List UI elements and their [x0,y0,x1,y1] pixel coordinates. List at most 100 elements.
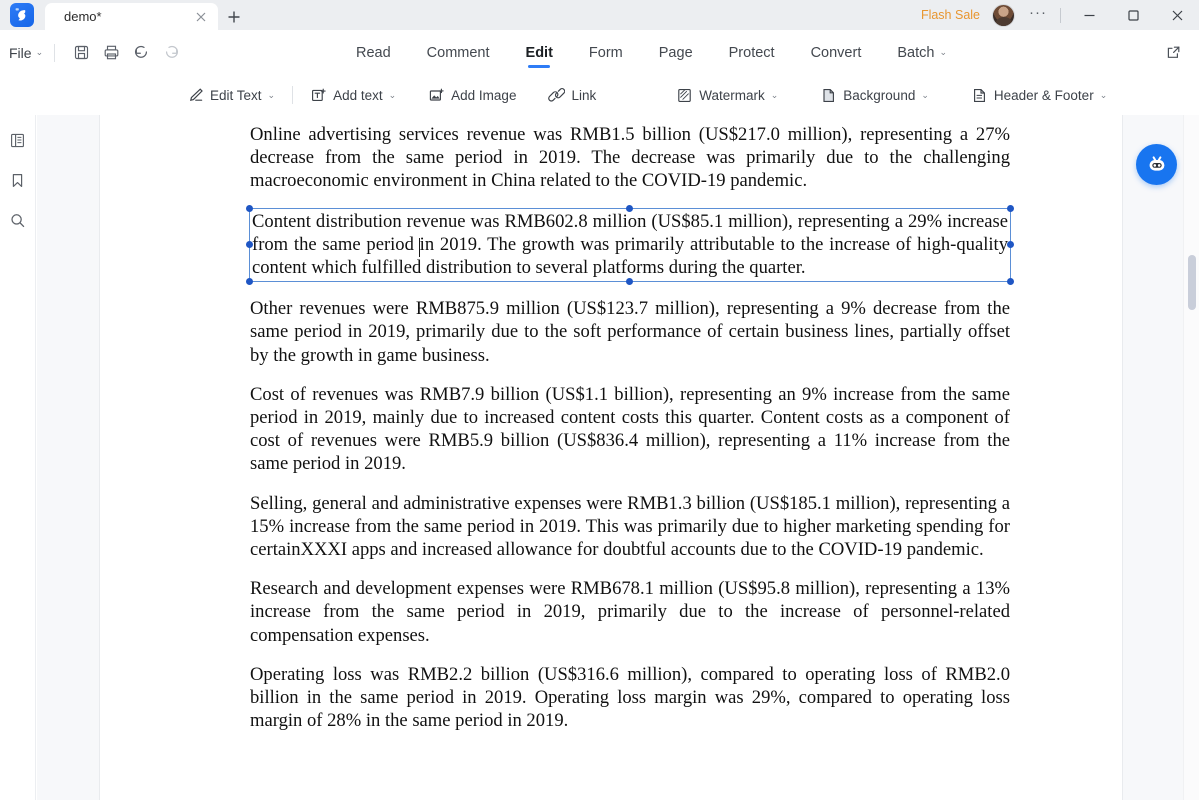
resize-handle-bottom-center[interactable] [626,278,633,286]
tab-label: Convert [810,44,862,61]
chevron-down-icon: ⌄ [939,47,947,57]
search-panel-icon[interactable] [5,207,31,233]
window-close-icon[interactable] [1155,0,1199,30]
chevron-down-icon: ⌄ [770,89,779,100]
chevron-down-icon: ⌄ [388,89,397,100]
app-logo-icon [10,3,34,27]
save-icon[interactable] [66,38,96,68]
flash-sale-link[interactable]: Flash Sale [921,8,980,22]
undo-icon[interactable] [126,38,156,68]
tab-convert[interactable]: Convert [793,30,880,75]
resize-handle-top-right[interactable] [1007,204,1014,212]
pdf-page-content: Online advertising services revenue was … [246,123,1014,748]
thumbnails-panel-icon[interactable] [5,127,31,153]
tab-protect[interactable]: Protect [711,30,793,75]
resize-handle-top-center[interactable] [626,204,633,212]
expand-external-icon[interactable] [1159,30,1187,75]
tab-label: Edit [525,44,553,61]
divider [54,43,56,62]
vertical-scrollbar[interactable] [1183,115,1199,800]
chevron-down-icon: ⌄ [1099,89,1108,100]
tab-edit[interactable]: Edit [508,30,571,75]
watermark-label: Watermark [699,87,765,103]
more-options-icon[interactable]: ··· [1029,0,1047,30]
scrollbar-thumb[interactable] [1188,255,1196,310]
divider [292,86,294,104]
chevron-down-icon: ⌄ [921,89,929,100]
document-tab-title: demo* [64,9,102,24]
tab-comment[interactable]: Comment [409,30,508,75]
chevron-down-icon: ⌄ [35,47,44,57]
background-label: Background [843,87,916,103]
ai-assistant-icon[interactable] [1136,144,1177,185]
add-image-icon [428,87,445,104]
print-icon[interactable] [96,38,126,68]
redo-icon[interactable] [156,38,186,68]
resize-handle-top-left[interactable] [246,204,253,212]
divider [1060,7,1061,23]
link-button[interactable]: Link [539,81,605,109]
file-menu-label: File [9,44,32,61]
tab-strip: demo* [45,0,250,30]
document-canvas[interactable]: Online advertising services revenue was … [37,115,1183,800]
add-image-button[interactable]: Add Image [419,81,525,109]
tab-form[interactable]: Form [571,30,641,75]
menu-bar: File ⌄ Read Comment Edit Form Page Prote… [0,30,1199,75]
tab-page[interactable]: Page [641,30,711,75]
resize-handle-bottom-right[interactable] [1007,278,1014,286]
plus-icon[interactable] [218,3,250,30]
tab-label: Comment [426,44,490,61]
paragraph[interactable]: Research and development expenses were R… [250,577,1010,647]
paragraph[interactable]: Other revenues were RMB875.9 million (US… [250,297,1010,367]
ribbon-tabs: Read Comment Edit Form Page Protect Conv… [338,30,965,75]
paragraph[interactable]: Cost of revenues was RMB7.9 billion (US$… [250,383,1010,476]
background-button[interactable]: Background ⌄ [811,81,938,109]
close-icon[interactable] [192,8,210,26]
add-text-button[interactable]: Add text ⌄ [301,81,405,109]
tab-batch[interactable]: Batch ⌄ [879,30,965,75]
text-cursor [419,237,420,257]
edit-text-icon [187,87,204,104]
body-area: Online advertising services revenue was … [0,115,1199,800]
selected-text-box[interactable]: Content distribution revenue was RMB602.… [246,204,1014,286]
edit-text-button[interactable]: Edit Text ⌄ [178,81,284,109]
tab-label: Page [658,44,693,61]
add-text-icon [310,87,327,104]
resize-handle-bottom-left[interactable] [246,278,253,286]
file-menu-button[interactable]: File ⌄ [9,45,43,61]
left-sidebar [0,115,36,800]
maximize-icon[interactable] [1111,0,1155,30]
bookmark-panel-icon[interactable] [5,167,31,193]
pdf-editor-window: demo* Flash Sale ··· File ⌄ Read Comment… [0,0,1199,800]
title-bar: demo* Flash Sale ··· [0,0,1199,30]
resize-handle-middle-left[interactable] [246,240,253,248]
edit-toolbar: Edit Text ⌄ Add text ⌄ Add Image Link Wa… [0,75,1199,115]
edit-text-label: Edit Text [210,87,262,103]
tab-label: Batch [897,44,935,61]
header-footer-button[interactable]: Header & Footer ⌄ [962,81,1116,109]
watermark-button[interactable]: Watermark ⌄ [667,81,787,109]
watermark-icon [676,87,693,104]
window-controls-area: Flash Sale ··· [921,0,1199,30]
tab-label: Read [356,44,391,61]
paragraph[interactable]: Selling, general and administrative expe… [250,492,1010,562]
chevron-down-icon: ⌄ [267,89,276,100]
paragraph[interactable]: Operating loss was RMB2.2 billion (US$31… [250,663,1010,733]
add-text-label: Add text [333,87,383,103]
paragraph[interactable]: Online advertising services revenue was … [250,123,1010,193]
header-footer-label: Header & Footer [993,87,1094,103]
tab-label: Protect [728,44,775,61]
background-icon [820,87,837,104]
link-icon [548,87,566,104]
minimize-icon[interactable] [1067,0,1111,30]
avatar[interactable] [992,3,1015,27]
link-label: Link [571,87,597,103]
header-footer-icon [971,87,988,104]
tab-read[interactable]: Read [338,30,409,75]
pdf-page[interactable]: Online advertising services revenue was … [100,115,1122,800]
paragraph: Content distribution revenue was RMB602.… [252,210,1008,279]
resize-handle-middle-right[interactable] [1007,240,1014,248]
add-image-label: Add Image [451,87,517,103]
document-tab-demo[interactable]: demo* [45,3,218,30]
tab-label: Form [588,44,623,61]
